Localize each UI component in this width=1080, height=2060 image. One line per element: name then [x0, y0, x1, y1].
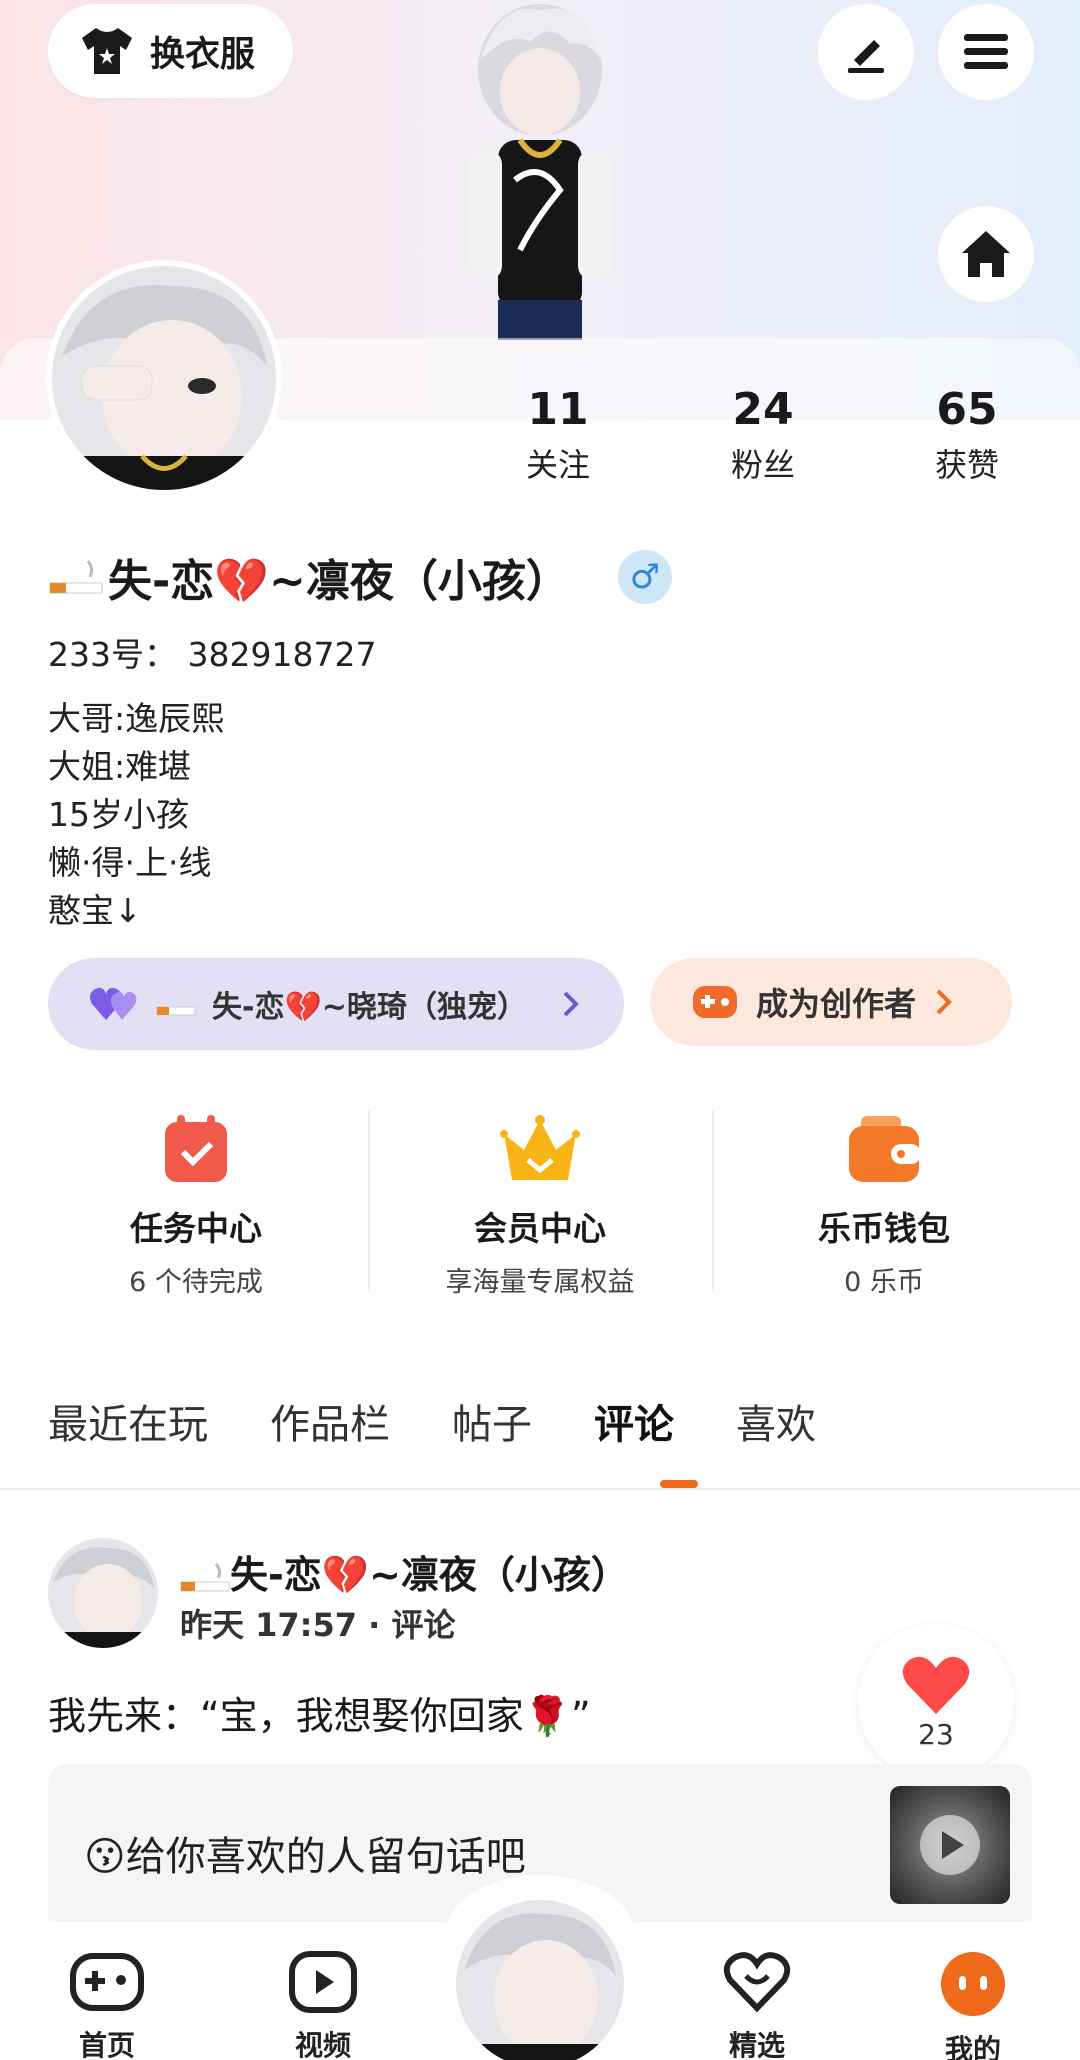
profile-avatar[interactable] [46, 260, 282, 496]
partner-link-button[interactable]: 失-恋💔~晓琦（独宠） [48, 958, 624, 1050]
stat-likes[interactable]: 65 获赞 [897, 380, 1037, 490]
hamburger-menu-icon [964, 34, 1008, 69]
menu-button[interactable] [938, 4, 1034, 100]
bio: 大哥:逸辰熙 大姐:难堪 15岁小孩 懒·得·上·线 憨宝↓ [48, 695, 224, 935]
bio-line: 大哥:逸辰熙 [48, 699, 225, 738]
tshirt-icon [82, 28, 132, 74]
nav-me-label: 我的 [944, 2033, 1001, 2060]
chevron-right-icon [563, 991, 579, 1017]
nav-video-label: 视频 [294, 2029, 351, 2060]
task-center-subtitle: 6 个待完成 [129, 1267, 263, 1298]
tab-works[interactable]: 作品栏 [270, 1392, 390, 1450]
tabs-divider [0, 1488, 1080, 1490]
nav-me[interactable]: 我的 [918, 1950, 1028, 2060]
nav-video[interactable]: 视频 [268, 1950, 378, 2060]
post-meta: 昨天 17:57 · 评论 [180, 1606, 456, 1644]
like-button[interactable]: 23 [858, 1624, 1014, 1780]
stat-likes-count: 65 [936, 384, 998, 435]
tab-comments[interactable]: 评论 [594, 1392, 674, 1450]
wallet-button[interactable]: 乐币钱包 0 乐币 [712, 1086, 1056, 1318]
calendar-check-icon [165, 1115, 227, 1182]
user-id[interactable]: 233号： 382918727 [48, 628, 376, 676]
edit-profile-button[interactable] [818, 4, 914, 100]
bio-line: 15岁小孩 [48, 795, 189, 834]
nav-center-avatar[interactable] [456, 1900, 624, 2060]
stat-following-count: 11 [527, 384, 589, 435]
heart-icon [723, 1952, 791, 2013]
pen-icon [848, 40, 884, 73]
stat-following-label: 关注 [525, 446, 590, 484]
membership-center-button[interactable]: 会员中心 享海量专属权益 [368, 1086, 712, 1318]
video-thumbnail[interactable] [890, 1786, 1010, 1904]
stat-likes-label: 获赞 [934, 446, 999, 484]
bio-line: 大姐:难堪 [48, 747, 192, 786]
membership-center-subtitle: 享海量专属权益 [445, 1267, 635, 1298]
cigarette-icon [180, 1562, 230, 1591]
gamepad-icon [70, 1953, 144, 2011]
heart-icon [902, 1656, 970, 1714]
nav-featured[interactable]: 精选 [702, 1950, 812, 2060]
tab-likes[interactable]: 喜欢 [736, 1392, 816, 1450]
change-outfit-label: 换衣服 [150, 34, 256, 75]
partner-link-label: 失-恋💔~晓琦（独宠） [212, 990, 527, 1025]
home-button[interactable] [938, 206, 1034, 302]
post-text: 我先来：“宝，我想娶你回家🌹” [48, 1694, 591, 1738]
cigarette-icon [156, 1006, 196, 1016]
wallet-title: 乐币钱包 [818, 1209, 950, 1248]
username-text: 失-恋💔~凛夜（小孩） [108, 556, 570, 607]
bio-line: 懒·得·上·线 [48, 843, 212, 882]
stat-followers[interactable]: 24 粉丝 [693, 380, 833, 490]
services-panel: 任务中心 6 个待完成 会员中心 享海量专属权益 乐币钱包 0 乐币 [24, 1086, 1056, 1318]
active-tab-indicator [660, 1480, 698, 1488]
gamepad-icon [693, 986, 737, 1018]
nav-home[interactable]: 首页 [52, 1950, 162, 2060]
avatar-character-figure [468, 4, 612, 340]
profile-tabs: 最近在玩 作品栏 帖子 评论 喜欢 [48, 1392, 816, 1450]
crown-icon [500, 1115, 580, 1180]
nav-featured-label: 精选 [728, 2029, 785, 2060]
stat-following[interactable]: 11 关注 [488, 380, 628, 490]
bio-line: 憨宝↓ [48, 891, 142, 930]
wallet-subtitle: 0 乐币 [844, 1267, 924, 1298]
gender-badge: ♂ [618, 550, 672, 604]
stat-followers-label: 粉丝 [730, 446, 795, 484]
post-author-avatar[interactable] [48, 1538, 158, 1648]
membership-center-title: 会员中心 [474, 1209, 606, 1248]
post-author-name[interactable]: 失-恋💔~凛夜（小孩） [180, 1544, 629, 1599]
play-icon [920, 1815, 980, 1875]
nav-home-label: 首页 [78, 2029, 135, 2060]
avatar-image [48, 1538, 158, 1648]
change-outfit-button[interactable]: 换衣服 [48, 4, 293, 98]
avatar-image [456, 1900, 624, 2060]
avatar-image [52, 266, 276, 490]
post-author-name-text: 失-恋💔~凛夜（小孩） [230, 1553, 629, 1597]
quote-text: 😗给你喜欢的人留句话吧 [84, 1834, 526, 1880]
double-heart-icon [90, 987, 137, 1020]
username: 失-恋💔~凛夜（小孩） [48, 545, 570, 609]
task-center-title: 任务中心 [130, 1209, 262, 1248]
task-center-button[interactable]: 任务中心 6 个待完成 [24, 1086, 368, 1318]
face-icon [941, 1952, 1005, 2016]
tab-recently-played[interactable]: 最近在玩 [48, 1392, 208, 1450]
become-creator-label: 成为创作者 [756, 985, 917, 1023]
tab-posts[interactable]: 帖子 [452, 1392, 532, 1450]
house-icon [962, 231, 1010, 277]
play-icon [289, 1951, 357, 2013]
chevron-right-icon [936, 989, 952, 1015]
stat-followers-count: 24 [732, 384, 794, 435]
cigarette-icon [49, 560, 103, 594]
like-count: 23 [918, 1717, 954, 1751]
become-creator-button[interactable]: 成为创作者 [650, 958, 1012, 1046]
wallet-icon [849, 1116, 921, 1182]
